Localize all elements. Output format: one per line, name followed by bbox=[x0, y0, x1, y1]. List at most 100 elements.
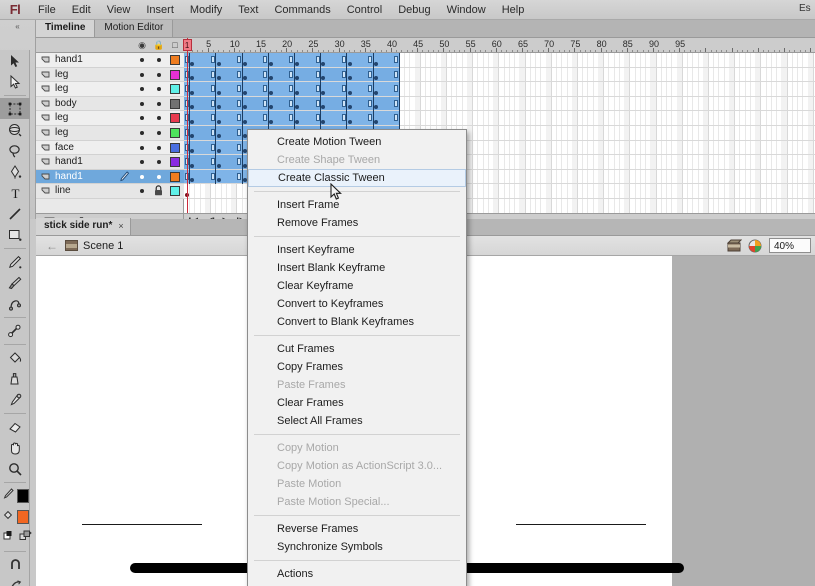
layer-visibility-toggle[interactable] bbox=[140, 58, 144, 62]
menu-text[interactable]: Text bbox=[230, 1, 266, 19]
subselection-tool[interactable] bbox=[0, 71, 30, 92]
frame-row[interactable] bbox=[184, 82, 815, 97]
swap-colors-icon[interactable] bbox=[19, 529, 32, 547]
keyframe-marker[interactable] bbox=[289, 70, 294, 78]
keyframe-marker[interactable] bbox=[210, 158, 215, 166]
deco-tool[interactable] bbox=[0, 293, 30, 314]
keyframe-dot[interactable] bbox=[373, 119, 378, 124]
layer-row[interactable]: face bbox=[36, 140, 184, 156]
keyframe-dot[interactable] bbox=[347, 61, 352, 66]
menu-item-insert-frame[interactable]: Insert Frame bbox=[248, 196, 466, 214]
keyframe-dot[interactable] bbox=[242, 76, 247, 81]
layer-visibility-toggle[interactable] bbox=[140, 174, 144, 179]
fill-color-chip[interactable] bbox=[17, 509, 29, 524]
layer-lock-toggle[interactable] bbox=[157, 130, 161, 135]
keyframe-marker[interactable] bbox=[237, 70, 241, 78]
menu-view[interactable]: View bbox=[99, 1, 139, 19]
layer-lock-toggle[interactable] bbox=[157, 145, 161, 150]
layer-visibility-toggle[interactable] bbox=[140, 145, 144, 150]
keyframe-marker[interactable] bbox=[237, 128, 241, 136]
hand-tool[interactable] bbox=[0, 437, 30, 458]
frame-row[interactable] bbox=[184, 53, 815, 68]
layer-row[interactable]: leg bbox=[36, 82, 184, 97]
menu-edit[interactable]: Edit bbox=[64, 1, 99, 19]
keyframe-dot[interactable] bbox=[242, 61, 247, 66]
stroke-color-chip[interactable] bbox=[17, 488, 29, 503]
layer-visibility-toggle[interactable] bbox=[140, 87, 144, 92]
keyframe-marker[interactable] bbox=[341, 85, 346, 93]
keyframe-marker[interactable] bbox=[237, 158, 241, 166]
bone-tool[interactable] bbox=[0, 320, 30, 341]
lasso-tool[interactable] bbox=[0, 140, 30, 161]
workspace-switcher-label[interactable]: Es bbox=[799, 3, 813, 14]
keyframe-marker[interactable] bbox=[210, 172, 215, 180]
keyframe-dot[interactable] bbox=[373, 76, 378, 81]
keyframe-marker[interactable] bbox=[237, 143, 241, 151]
keyframe-marker[interactable] bbox=[394, 56, 399, 63]
layer-visibility-toggle[interactable] bbox=[140, 189, 144, 194]
keyframe-marker[interactable] bbox=[289, 85, 294, 93]
keyframe-marker[interactable] bbox=[341, 114, 346, 122]
layer-visibility-toggle[interactable] bbox=[140, 72, 144, 77]
layer-outline-color-swatch[interactable] bbox=[170, 98, 180, 109]
layer-list[interactable]: hand1 leg leg body leg leg face hand1 hand1 line bbox=[36, 53, 184, 213]
keyframe-marker[interactable] bbox=[368, 56, 372, 63]
playhead-handle[interactable]: 1 bbox=[182, 39, 192, 51]
keyframe-marker[interactable] bbox=[368, 114, 372, 122]
keyframe-dot[interactable] bbox=[269, 119, 274, 124]
keyframe-marker[interactable] bbox=[315, 114, 320, 122]
frame-ruler[interactable]: 15101520253035404550556065707580859095 bbox=[184, 38, 815, 53]
menu-window[interactable]: Window bbox=[439, 1, 494, 19]
keyframe-dot[interactable] bbox=[242, 119, 247, 124]
line-tool[interactable] bbox=[0, 203, 30, 224]
edit-symbols-icon[interactable] bbox=[748, 239, 763, 253]
keyframe-marker[interactable] bbox=[237, 114, 241, 122]
menu-item-cut-frames[interactable]: Cut Frames bbox=[248, 340, 466, 358]
keyframe-marker[interactable] bbox=[341, 56, 346, 63]
layer-row[interactable]: hand1 bbox=[36, 155, 184, 170]
keyframe-marker[interactable] bbox=[210, 56, 215, 63]
ink-bottle-tool[interactable] bbox=[0, 368, 30, 389]
layer-outline-color-swatch[interactable] bbox=[170, 157, 180, 168]
eye-icon[interactable]: ◉ bbox=[136, 40, 148, 51]
tab-timeline[interactable]: Timeline bbox=[36, 20, 96, 37]
layer-row[interactable]: body bbox=[36, 96, 184, 112]
lock-icon[interactable]: 🔒 bbox=[153, 40, 165, 51]
keyframe-marker[interactable] bbox=[315, 85, 320, 93]
paint-bucket-tool[interactable] bbox=[0, 347, 30, 368]
frame-row[interactable] bbox=[184, 67, 815, 83]
layer-outline-color-swatch[interactable] bbox=[170, 127, 180, 138]
keyframe-marker[interactable] bbox=[237, 85, 241, 93]
keyframe-dot[interactable] bbox=[216, 149, 221, 154]
keyframe-marker[interactable] bbox=[263, 85, 268, 93]
free-transform-tool[interactable] bbox=[0, 98, 30, 119]
keyframe-dot[interactable] bbox=[216, 105, 221, 110]
layer-outline-color-swatch[interactable] bbox=[170, 84, 180, 95]
menu-control[interactable]: Control bbox=[339, 1, 390, 19]
keyframe-marker[interactable] bbox=[341, 99, 346, 107]
keyframe-dot[interactable] bbox=[295, 90, 300, 95]
keyframe-dot[interactable] bbox=[347, 105, 352, 110]
keyframe-marker[interactable] bbox=[263, 70, 268, 78]
keyframe-dot[interactable] bbox=[216, 76, 221, 81]
menu-commands[interactable]: Commands bbox=[266, 1, 338, 19]
keyframe-dot[interactable] bbox=[242, 90, 247, 95]
menu-item-actions[interactable]: Actions bbox=[248, 565, 466, 583]
menu-insert[interactable]: Insert bbox=[138, 1, 182, 19]
eyedropper-tool[interactable] bbox=[0, 389, 30, 410]
layer-row[interactable]: leg bbox=[36, 67, 184, 83]
snap-to-objects-option[interactable] bbox=[0, 554, 30, 575]
selection-tool[interactable] bbox=[0, 50, 30, 71]
layer-lock-toggle[interactable] bbox=[157, 101, 161, 106]
close-icon[interactable]: × bbox=[118, 220, 123, 232]
keyframe-dot[interactable] bbox=[216, 61, 221, 66]
keyframe-marker[interactable] bbox=[368, 85, 372, 93]
zoom-tool[interactable] bbox=[0, 458, 30, 479]
layer-outline-color-swatch[interactable] bbox=[170, 55, 180, 65]
layer-lock-toggle[interactable] bbox=[157, 72, 161, 77]
black-and-white-icon[interactable] bbox=[3, 529, 16, 547]
menu-file[interactable]: File bbox=[30, 1, 64, 19]
layer-outline-color-swatch[interactable] bbox=[170, 171, 180, 182]
keyframe-marker[interactable] bbox=[210, 143, 215, 151]
layer-row[interactable]: line bbox=[36, 184, 184, 199]
